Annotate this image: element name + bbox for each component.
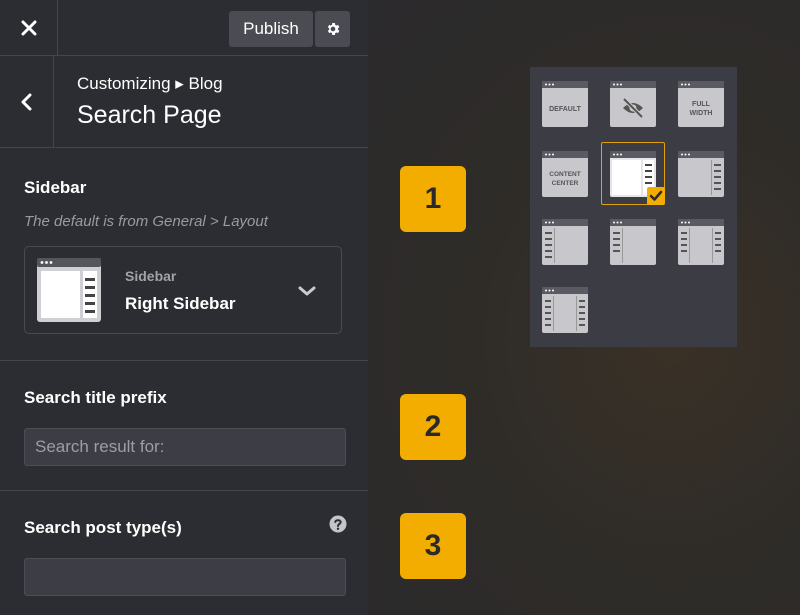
both-sidebars-layout-icon <box>542 287 588 333</box>
step-badge-3: 3 <box>400 513 466 579</box>
layout-option-content-center[interactable]: CONTENT CENTER <box>542 151 588 197</box>
layout-option-both-sidebars-right[interactable] <box>678 219 724 265</box>
select-caption: Sidebar <box>125 268 177 284</box>
divider <box>0 360 368 361</box>
question-circle-icon[interactable] <box>329 515 347 533</box>
default-layout-label: DEFAULT <box>549 106 581 113</box>
divider <box>0 490 368 491</box>
search-post-types-label: Search post type(s) <box>24 518 182 537</box>
right-sidebar-alt-layout-icon <box>678 151 724 197</box>
search-title-prefix-input[interactable] <box>24 428 346 466</box>
left-sidebar-layout-icon <box>542 219 588 265</box>
full-width-layout-icon: FULL WIDTH <box>678 81 724 127</box>
panel-header: Customizing ▸ Blog Search Page <box>0 56 368 148</box>
step-badge-2: 2 <box>400 394 466 460</box>
page-title: Search Page <box>77 101 222 129</box>
select-value: Right Sidebar <box>125 294 236 313</box>
publish-button[interactable]: Publish <box>229 11 313 47</box>
content-center-layout-icon: CONTENT CENTER <box>542 151 588 197</box>
close-button[interactable] <box>0 0 58 56</box>
chevron-left-icon <box>21 93 31 111</box>
back-button[interactable] <box>0 56 54 148</box>
both-sidebars-right-layout-icon <box>678 219 724 265</box>
layout-option-default[interactable]: DEFAULT <box>542 81 588 127</box>
search-post-types-input[interactable] <box>24 558 346 596</box>
search-title-prefix-label: Search title prefix <box>24 388 167 407</box>
layout-option-no-sidebar-hidden[interactable] <box>610 81 656 127</box>
eye-slash-icon <box>610 81 656 127</box>
layout-option-left-sidebar-alt[interactable] <box>610 219 656 265</box>
layout-option-full-width[interactable]: FULL WIDTH <box>678 81 724 127</box>
step-badge-1: 1 <box>400 166 466 232</box>
check-icon <box>647 187 665 205</box>
layout-option-both-sidebars[interactable] <box>542 287 588 333</box>
content-center-label-2: CENTER <box>552 180 579 187</box>
content-center-label-1: CONTENT <box>549 171 580 178</box>
right-sidebar-thumbnail-icon <box>37 258 101 322</box>
full-width-label-2: WIDTH <box>690 110 713 117</box>
left-sidebar-alt-layout-icon <box>610 219 656 265</box>
gear-icon <box>327 23 339 35</box>
chevron-down-icon <box>298 286 316 296</box>
default-layout-icon: DEFAULT <box>542 81 588 127</box>
layout-option-left-sidebar[interactable] <box>542 219 588 265</box>
breadcrumb: Customizing ▸ Blog <box>77 74 223 93</box>
customizer-panel: Publish Customizing ▸ Blog Search Page S… <box>0 0 368 615</box>
full-width-label-1: FULL <box>692 101 711 108</box>
sidebar-note: The default is from General > Layout <box>24 213 268 230</box>
customizer-topbar: Publish <box>0 0 368 56</box>
settings-button[interactable] <box>315 11 350 47</box>
sidebar-label: Sidebar <box>24 178 87 197</box>
sidebar-layout-select[interactable]: Sidebar Right Sidebar <box>24 246 342 334</box>
layout-option-right-sidebar-alt[interactable] <box>678 151 724 197</box>
close-icon <box>21 20 36 36</box>
